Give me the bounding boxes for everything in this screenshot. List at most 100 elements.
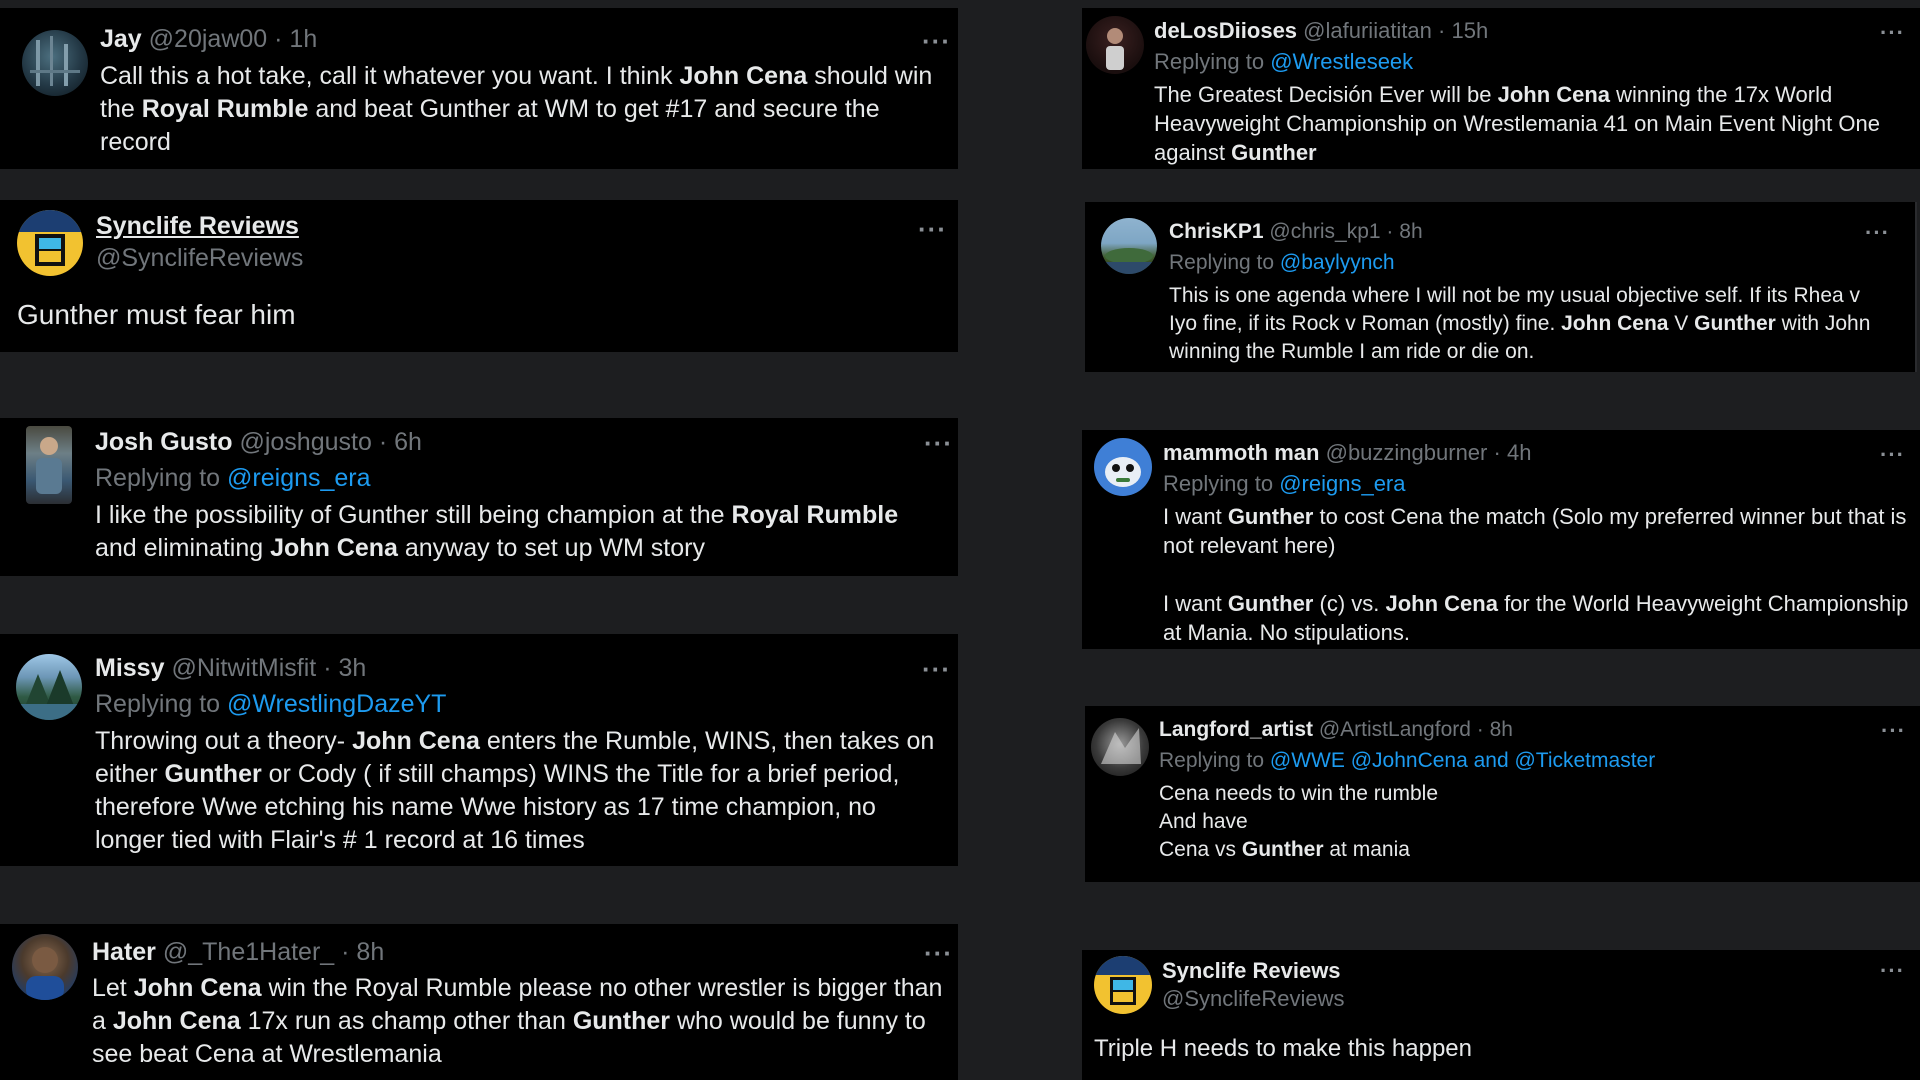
avatar-image-icon (1101, 248, 1157, 274)
highlighted-keyword: John Cena (1497, 82, 1611, 107)
tweet-time[interactable]: 6h (394, 428, 422, 456)
avatar[interactable] (26, 426, 72, 504)
author-name[interactable]: Synclife Reviews (96, 212, 299, 240)
reply-mention-link[interactable]: @Wrestleseek (1270, 49, 1413, 74)
tweet-body: Triple H needs to make this happen (1094, 1035, 1472, 1062)
tweet-card[interactable]: Synclife Reviews @SynclifeReviews ··· Tr… (1082, 950, 1920, 1080)
author-name[interactable]: Langford_artist (1159, 718, 1313, 741)
author-handle[interactable]: @SynclifeReviews (96, 244, 303, 273)
avatar[interactable] (17, 210, 83, 276)
separator-dot: · (1493, 440, 1501, 465)
tweet-header: Josh Gusto @joshgusto · 6h (95, 428, 422, 457)
author-handle[interactable]: @buzzingburner (1326, 440, 1488, 465)
author-name[interactable]: Josh Gusto (95, 428, 233, 456)
highlighted-keyword: Gunther (164, 760, 262, 788)
separator-dot: · (378, 428, 388, 456)
highlighted-keyword: Royal Rumble (731, 501, 899, 529)
highlighted-keyword: John Cena (112, 1007, 241, 1035)
separator-dot: · (323, 654, 332, 682)
tweet-header: Hater @_The1Hater_ · 8h (92, 938, 384, 967)
more-options-icon[interactable]: ··· (1880, 442, 1905, 468)
author-handle[interactable]: @SynclifeReviews (1162, 986, 1345, 1012)
author-name[interactable]: ChrisKP1 (1169, 220, 1264, 243)
avatar[interactable] (1086, 16, 1144, 74)
author-handle[interactable]: @ArtistLangford (1319, 718, 1471, 741)
highlighted-keyword: John Cena (352, 727, 480, 755)
tweet-time[interactable]: 1h (289, 25, 317, 53)
author-name[interactable]: deLosDiioses (1154, 18, 1297, 43)
highlighted-keyword: Gunther (1241, 838, 1324, 861)
reply-mention-link[interactable]: @reigns_era (1279, 471, 1405, 496)
tweet-card[interactable]: Missy @NitwitMisfit · 3h ··· Replying to… (0, 634, 958, 866)
more-options-icon[interactable]: ··· (1881, 718, 1906, 744)
replying-to: Replying to @baylyynch (1169, 251, 1395, 275)
avatar[interactable] (1094, 438, 1152, 496)
highlighted-keyword: Gunther (572, 1007, 671, 1035)
separator-dot: · (341, 938, 350, 966)
author-name[interactable]: Synclife Reviews (1162, 958, 1341, 983)
reply-mention-link[interactable]: @WWE @JohnCena and @Ticketmaster (1270, 749, 1655, 772)
tweet-card[interactable]: Hater @_The1Hater_ · 8h ··· Let John Cen… (0, 924, 958, 1080)
tweet-card[interactable]: ChrisKP1 @chris_kp1 · 8h ··· Replying to… (1085, 202, 1917, 372)
reply-mention-link[interactable]: @baylyynch (1280, 251, 1395, 274)
author-handle[interactable]: @lafuriiatitan (1303, 18, 1432, 43)
more-options-icon[interactable]: ··· (922, 26, 951, 57)
tweet-time[interactable]: 15h (1451, 18, 1488, 43)
avatar[interactable] (12, 934, 78, 1000)
tweet-time[interactable]: 3h (338, 654, 366, 682)
tweet-body: Throwing out a theory- John Cena enters … (95, 727, 935, 854)
tweet-card[interactable]: Langford_artist @ArtistLangford · 8h ···… (1085, 706, 1920, 882)
author-handle[interactable]: @joshgusto (239, 428, 371, 456)
author-name[interactable]: Hater (92, 938, 156, 966)
avatar[interactable] (1091, 718, 1149, 776)
tweet-card[interactable]: Synclife Reviews @SynclifeReviews ··· Gu… (0, 200, 958, 352)
reply-mention-link[interactable]: @WrestlingDazeYT (227, 690, 446, 718)
tweet-time[interactable]: 8h (1399, 220, 1422, 243)
replying-to-label: Replying to (1159, 749, 1265, 772)
tweet-card[interactable]: mammoth man @buzzingburner · 4h ··· Repl… (1082, 430, 1920, 649)
author-handle[interactable]: @chris_kp1 (1269, 220, 1380, 243)
highlighted-keyword: John Cena (1561, 312, 1669, 335)
highlighted-keyword: John Cena (133, 974, 262, 1002)
more-options-icon[interactable]: ··· (918, 214, 947, 245)
tweet-card[interactable]: deLosDiioses @lafuriiatitan · 15h ··· Re… (1082, 8, 1920, 169)
author-handle[interactable]: @NitwitMisfit (171, 654, 316, 682)
replying-to-label: Replying to (1163, 471, 1274, 496)
synclife-logo-icon (17, 210, 83, 266)
highlighted-keyword: Gunther (1227, 591, 1314, 616)
replying-to-label: Replying to (95, 690, 221, 718)
more-options-icon[interactable]: ··· (924, 428, 953, 459)
avatar[interactable] (22, 30, 88, 96)
avatar[interactable] (1094, 956, 1152, 1014)
replying-to: Replying to @WWE @JohnCena and @Ticketma… (1159, 749, 1655, 773)
tweet-body: This is one agenda where I will not be m… (1169, 284, 1871, 363)
avatar-image-icon (26, 947, 64, 1000)
author-name[interactable]: mammoth man (1163, 440, 1319, 465)
tweet-body: Gunther must fear him (17, 299, 296, 330)
more-options-icon[interactable]: ··· (1880, 20, 1905, 46)
tweet-header: deLosDiioses @lafuriiatitan · 15h (1154, 18, 1488, 44)
avatar[interactable] (1101, 218, 1157, 274)
author-name[interactable]: Missy (95, 654, 164, 682)
tweet-time[interactable]: 8h (1490, 718, 1513, 741)
more-options-icon[interactable]: ··· (1865, 220, 1890, 246)
highlighted-keyword: John Cena (1385, 591, 1498, 616)
tweet-card[interactable]: Josh Gusto @joshgusto · 6h ··· Replying … (0, 418, 958, 576)
author-handle[interactable]: @_The1Hater_ (163, 938, 334, 966)
author-handle[interactable]: @20jaw00 (149, 25, 268, 53)
more-options-icon[interactable]: ··· (922, 654, 951, 685)
avatar-image-icon (16, 670, 82, 720)
more-options-icon[interactable]: ··· (924, 938, 953, 969)
tweet-time[interactable]: 8h (356, 938, 384, 966)
tweet-body: Cena needs to win the rumble And have Cena… (1159, 782, 1438, 861)
more-options-icon[interactable]: ··· (1880, 958, 1905, 984)
reply-mention-link[interactable]: @reigns_era (227, 464, 371, 492)
tweet-card[interactable]: Jay @20jaw00 · 1h ··· Call this a hot ta… (0, 8, 958, 169)
avatar[interactable] (16, 654, 82, 720)
tweet-time[interactable]: 4h (1507, 440, 1531, 465)
author-name[interactable]: Jay (100, 25, 142, 53)
avatar-image-icon (1101, 728, 1141, 764)
tweet-header: Synclife Reviews (1162, 958, 1341, 984)
tweet-body: The Greatest Decisión Ever will be John … (1154, 82, 1880, 165)
tweet-header: Missy @NitwitMisfit · 3h (95, 654, 366, 683)
